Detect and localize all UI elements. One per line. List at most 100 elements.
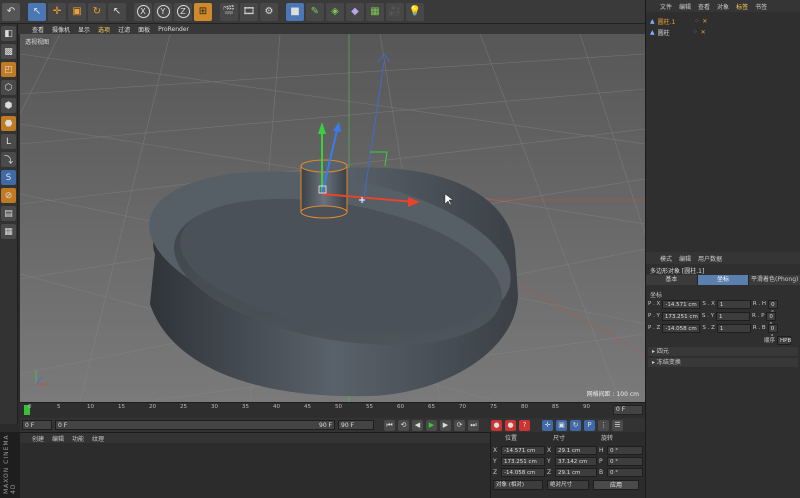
environment-icon[interactable]: ▦ (366, 2, 384, 21)
coords-mode-dropdown[interactable]: 对象 (相对) (493, 480, 543, 490)
key-rotation-icon[interactable]: ↻ (570, 419, 581, 431)
key-param-icon[interactable]: P (584, 419, 595, 431)
rotation-b-field[interactable]: 0 ° (607, 467, 643, 477)
attr-scale-x[interactable]: 1 (716, 299, 751, 309)
pen-icon[interactable]: ✎ (306, 2, 324, 21)
om-menu-file[interactable]: 文件 (660, 2, 672, 11)
attr-pos-y[interactable]: 173.251 cm (661, 311, 700, 321)
record-icon[interactable]: ● (491, 419, 502, 431)
next-key-icon[interactable]: ⟳ (454, 419, 465, 431)
tab-basic[interactable]: 基本 (646, 275, 698, 285)
position-x-field[interactable]: -14.571 cm (501, 445, 545, 455)
object-name[interactable]: 圆柱.1 (658, 17, 676, 26)
z-axis-icon[interactable]: Z (174, 2, 192, 21)
om-menu-edit[interactable]: 编辑 (679, 2, 691, 11)
light-icon[interactable]: 💡 (406, 2, 424, 21)
attr-scale-z[interactable]: 1 (716, 323, 751, 333)
play-icon[interactable]: ▶ (426, 419, 437, 431)
rotate-icon[interactable]: ↻ (88, 2, 106, 21)
om-menu-objects[interactable]: 对象 (717, 2, 729, 11)
visibility-dots-icon[interactable]: ⁘ (694, 18, 699, 25)
key-position-icon[interactable]: ✛ (542, 419, 553, 431)
viewport-menu-options[interactable]: 选项 (98, 25, 110, 34)
material-menu-edit[interactable]: 编辑 (52, 434, 64, 443)
perspective-viewport[interactable]: 透视视图 网格间距 : 100 cm (20, 34, 645, 402)
subdivision-icon[interactable]: ◈ (326, 2, 344, 21)
current-frame-field[interactable]: 0 F (613, 405, 643, 415)
snap-icon[interactable]: S (1, 170, 16, 185)
om-menu-tags[interactable]: 标签 (736, 2, 748, 11)
visibility-dots-icon[interactable]: ⁘ (693, 29, 698, 36)
key-pla-icon[interactable]: ⋮ (598, 419, 609, 431)
axis-mode-icon[interactable]: L (1, 134, 16, 149)
position-y-field[interactable]: 173.251 cm (501, 456, 545, 466)
material-menu-texture[interactable]: 纹理 (92, 434, 104, 443)
section-freeze[interactable]: ▸ 冻结变换 (648, 358, 798, 367)
scale-icon[interactable]: ▣ (68, 2, 86, 21)
render-view-icon[interactable]: 🎬 (220, 2, 238, 21)
section-quaternion[interactable]: ▸ 四元 (648, 347, 798, 356)
attr-pos-x[interactable]: -14.571 cm (662, 299, 701, 309)
cube-icon[interactable]: ■ (286, 2, 304, 21)
attr-pos-z[interactable]: -14.058 cm (662, 323, 701, 333)
attr-rot-b[interactable]: 0 ° (767, 323, 778, 340)
am-menu-mode[interactable]: 模式 (660, 254, 672, 263)
timeline[interactable]: 0 5 10 15 20 25 30 35 40 45 50 55 60 65 … (20, 402, 645, 418)
viewport-menu-camera[interactable]: 摄像机 (52, 25, 70, 34)
prev-frame-icon[interactable]: ◀ (412, 419, 423, 431)
am-menu-userdata[interactable]: 用户数据 (698, 254, 722, 263)
size-y-field[interactable]: 37.142 cm (555, 456, 597, 466)
timeline-menu-icon[interactable]: ☰ (612, 419, 623, 431)
size-x-field[interactable]: 29.1 cm (555, 445, 597, 455)
end-frame-field[interactable]: 90 F (338, 420, 374, 430)
prev-key-icon[interactable]: ⟲ (398, 419, 409, 431)
viewport-menu-view[interactable]: 查看 (32, 25, 44, 34)
world-coords-icon[interactable]: ⊞ (194, 2, 212, 21)
move-icon[interactable]: ✛ (48, 2, 66, 21)
attr-rot-h[interactable]: 0 ° (768, 299, 779, 316)
frame-range-slider[interactable]: 0 F 90 F (55, 420, 335, 430)
points-mode-icon[interactable]: ⬡ (1, 80, 16, 95)
material-menu-function[interactable]: 功能 (72, 434, 84, 443)
size-z-field[interactable]: 29.1 cm (555, 467, 597, 477)
keyframe-selection-icon[interactable]: ? (519, 419, 530, 431)
undo-icon[interactable]: ↶ (2, 2, 20, 21)
camera-icon[interactable]: 🎥 (386, 2, 404, 21)
object-row[interactable]: ▲ 圆柱.1 ⁘ ✕ (650, 16, 707, 26)
key-scale-icon[interactable]: ▣ (556, 419, 567, 431)
live-select-icon[interactable]: ↖ (108, 2, 126, 21)
attr-scale-y[interactable]: 1 (716, 311, 751, 321)
goto-end-icon[interactable]: ⏭ (468, 419, 479, 431)
object-name[interactable]: 圆柱 (658, 28, 670, 37)
checker-icon[interactable]: ▩ (1, 44, 16, 59)
polygons-mode-icon[interactable]: ⬣ (1, 116, 16, 131)
order-dropdown[interactable]: HPB (777, 335, 791, 345)
am-menu-edit[interactable]: 编辑 (679, 254, 691, 263)
y-axis-icon[interactable]: Y (154, 2, 172, 21)
om-menu-view[interactable]: 查看 (698, 2, 710, 11)
grid-icon[interactable]: ▦ (1, 224, 16, 239)
apply-button[interactable]: 应用 (593, 480, 639, 490)
texture-mode-icon[interactable]: ◰ (1, 62, 16, 77)
tab-phong[interactable]: 平滑着色(Phong) (749, 275, 800, 285)
next-frame-icon[interactable]: ▶ (440, 419, 451, 431)
lock-icon[interactable]: ⊘ (1, 188, 16, 203)
select-icon[interactable]: ↖ (28, 2, 46, 21)
coords-size-dropdown[interactable]: 绝对尺寸 (547, 480, 589, 490)
deformer-icon[interactable]: ◆ (346, 2, 364, 21)
viewport-menu-display[interactable]: 显示 (78, 25, 90, 34)
position-z-field[interactable]: -14.058 cm (501, 467, 545, 477)
phong-tag-icon[interactable]: ✕ (701, 29, 706, 36)
goto-start-icon[interactable]: ⏮ (384, 419, 395, 431)
phong-tag-icon[interactable]: ✕ (702, 18, 707, 25)
tab-coord[interactable]: 坐标 (697, 275, 750, 285)
model-mode-icon[interactable]: ◧ (1, 26, 16, 41)
attr-rot-p[interactable]: 0 ° (766, 311, 777, 328)
auto-key-icon[interactable]: ● (505, 419, 516, 431)
edges-mode-icon[interactable]: ⬢ (1, 98, 16, 113)
render-settings-icon[interactable]: ⚙ (260, 2, 278, 21)
viewport-menu-filter[interactable]: 过滤 (118, 25, 130, 34)
om-menu-bookmarks[interactable]: 书签 (755, 2, 767, 11)
rotation-h-field[interactable]: 0 ° (607, 445, 643, 455)
render-picture-icon[interactable]: 🎞 (240, 2, 258, 21)
